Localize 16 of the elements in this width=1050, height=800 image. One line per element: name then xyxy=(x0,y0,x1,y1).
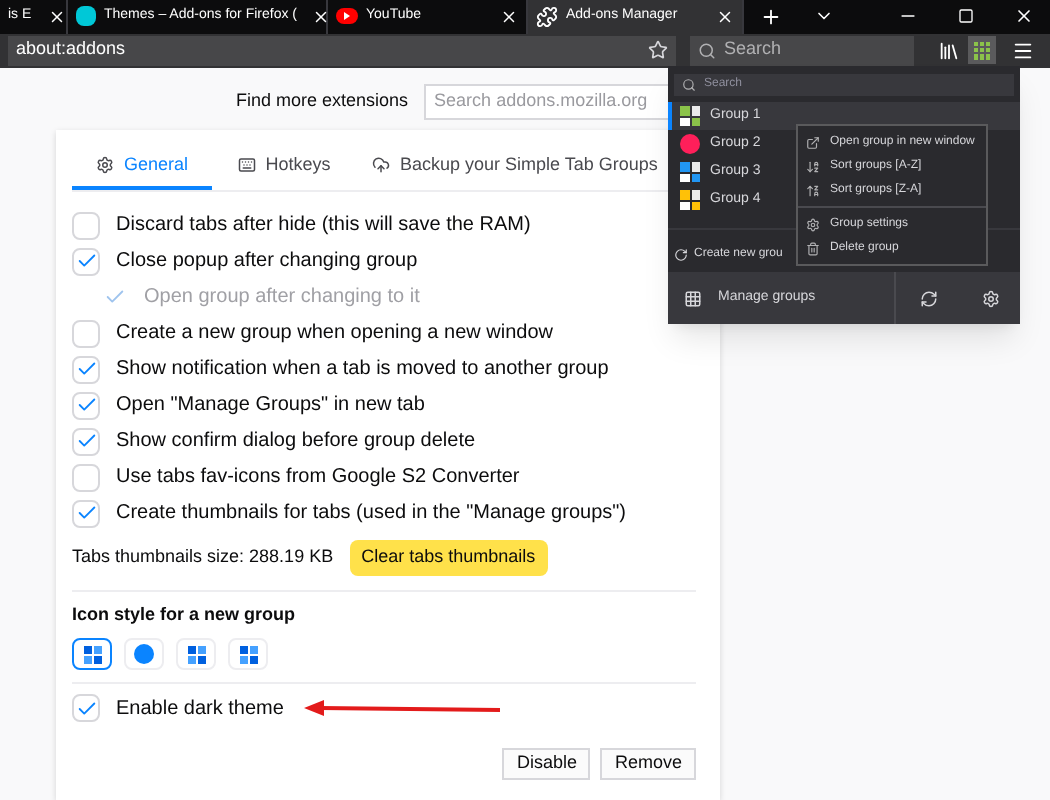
search-placeholder: Search xyxy=(724,36,782,63)
option-label: Close popup after changing group xyxy=(116,248,418,276)
option-label: Create a new group when opening a new window xyxy=(116,320,553,348)
address-text: about:addons xyxy=(16,36,128,63)
thumbnails-size-label: Tabs thumbnails size: 288.19 KB xyxy=(72,543,334,570)
addons-search-placeholder: Search addons.mozilla.org xyxy=(434,87,648,114)
option-label: Discard tabs after hide (this will save the RAM) xyxy=(116,212,531,240)
find-more-label: Find more extensions xyxy=(236,87,409,114)
option-label: Show notification when a tab is moved to another group xyxy=(116,356,609,384)
option-label: Enable dark theme xyxy=(116,695,284,723)
option-label: Open group after changing to it xyxy=(144,284,420,312)
option-label: Open "Manage Groups" in new tab xyxy=(116,392,425,420)
section-heading: Icon style for a new group xyxy=(72,601,298,628)
option-label: Show confirm dialog before group delete xyxy=(116,428,476,456)
option-label: Use tabs fav-icons from Google S2 Converter xyxy=(116,464,520,492)
option-label: Create thumbnails for tabs (used in the "Manage groups") xyxy=(116,500,627,528)
